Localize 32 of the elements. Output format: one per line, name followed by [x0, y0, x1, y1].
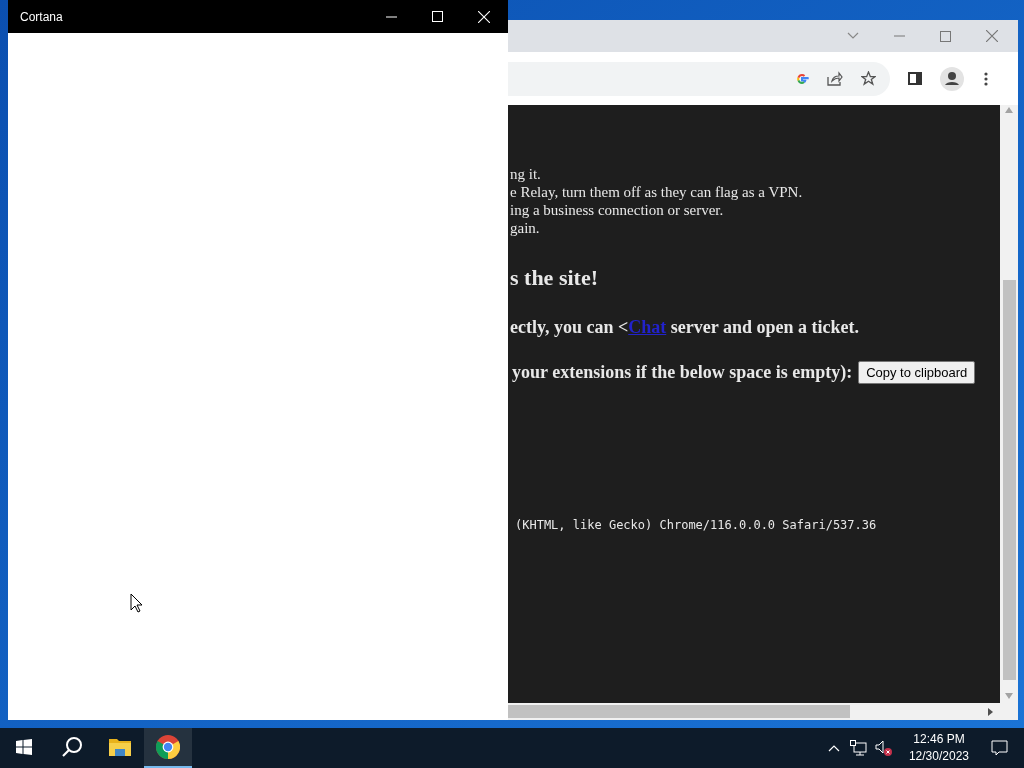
horizontal-scrollbar[interactable] [508, 703, 1018, 720]
chevron-up-icon[interactable] [827, 744, 840, 752]
mouse-cursor-icon [130, 593, 143, 613]
menu-icon[interactable] [984, 71, 988, 86]
text-line: ng it. [510, 165, 541, 183]
text-line: e Relay, turn them off as they can flag as a VPN. [510, 183, 803, 201]
text-line: ing a business connection or server. [510, 201, 724, 219]
network-icon[interactable] [849, 740, 867, 756]
notifications-icon[interactable] [991, 739, 1008, 757]
user-agent-text: (KHTML, like Gecko) Chrome/116.0.0.0 Safari/537.36 [515, 517, 877, 534]
side-panel-icon[interactable] [908, 72, 922, 85]
search-icon[interactable] [61, 736, 83, 758]
chevron-down-icon[interactable] [847, 32, 859, 40]
window-title: Cortana [20, 8, 63, 26]
star-icon[interactable] [861, 71, 876, 86]
profile-avatar-icon[interactable] [940, 66, 964, 91]
instruction-text: ectly, you can <Chat server and open a ticket. [510, 316, 859, 339]
text-line: gain. [510, 219, 540, 237]
instruction-text: your extensions if the below space is empty): [512, 361, 853, 384]
volume-muted-icon[interactable] [874, 740, 893, 756]
folder-icon[interactable] [109, 738, 131, 756]
clock-date: 12/30/2023 [908, 748, 969, 765]
clock-time: 12:46 PM [913, 731, 965, 748]
google-icon[interactable] [795, 71, 809, 86]
taskbar-button[interactable] [144, 728, 192, 768]
copy-button[interactable]: Copy to clipboard [858, 360, 976, 385]
chrome-icon[interactable] [156, 735, 180, 759]
clock[interactable]: 12:46 PM 12/30/2023 [908, 731, 969, 765]
share-icon[interactable] [827, 71, 843, 86]
start-icon[interactable] [16, 739, 32, 755]
heading: s the site! [510, 264, 598, 292]
scroll-right-icon[interactable] [988, 707, 993, 716]
